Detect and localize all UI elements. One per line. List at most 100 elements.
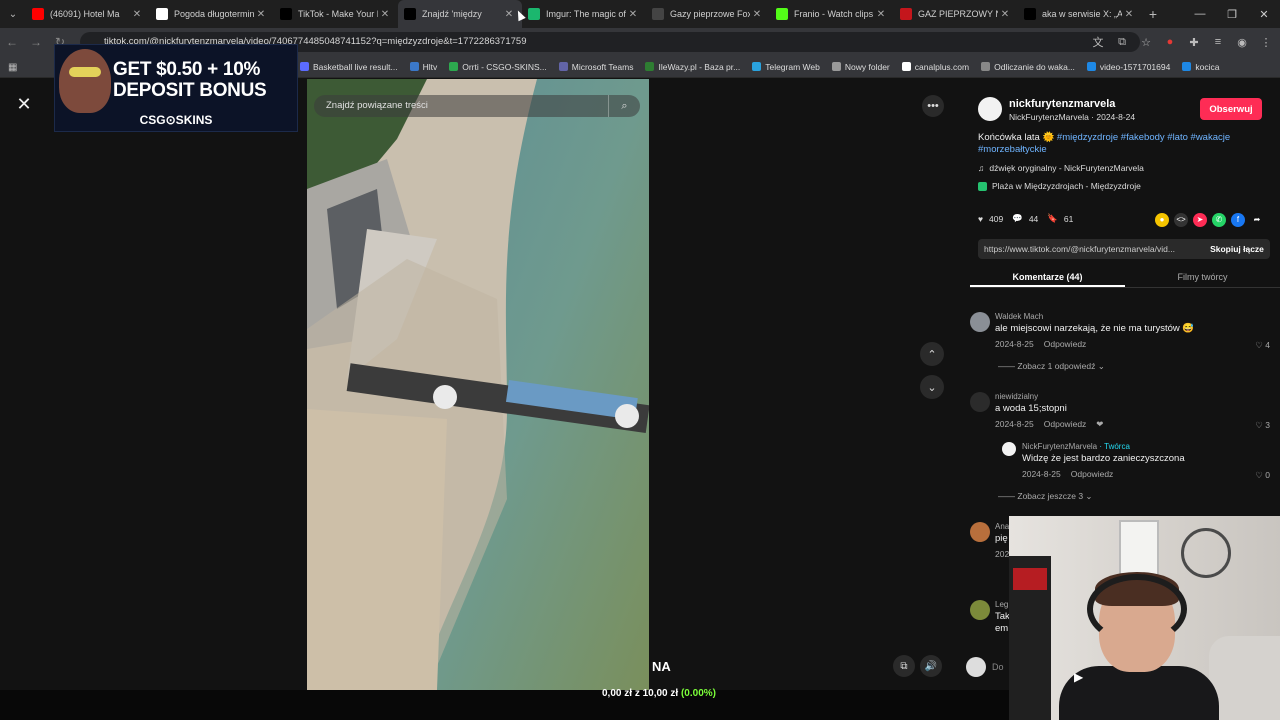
facebook-icon[interactable]: f xyxy=(1231,213,1245,227)
follow-button[interactable]: Obserwuj xyxy=(1200,98,1262,120)
comment-stat[interactable]: 💬 44 xyxy=(1012,213,1038,224)
comment-like[interactable]: ♡ 3 xyxy=(1255,420,1270,431)
translate-icon[interactable]: 文 xyxy=(1088,32,1108,52)
send-icon[interactable]: ➤ xyxy=(1193,213,1207,227)
like-stat[interactable]: ♥ 409 xyxy=(978,214,1003,224)
creator-username[interactable]: nickfurytenzmarvela xyxy=(1009,98,1115,110)
new-tab-button[interactable]: + xyxy=(1142,6,1164,22)
browser-tab[interactable]: Franio - Watch clips ✕ xyxy=(770,0,894,28)
bookmark-item[interactable]: canalplus.com xyxy=(901,62,969,72)
reply-link[interactable]: Odpowiedz xyxy=(1044,339,1087,349)
back-icon[interactable]: ← xyxy=(0,35,24,49)
avatar[interactable] xyxy=(970,312,990,332)
reply-link[interactable]: Odpowiedz xyxy=(1044,419,1087,429)
browser-tab[interactable]: TikTok - Make Your D ✕ xyxy=(274,0,398,28)
related-search-input[interactable]: Znajdź powiązane treści ⌕ xyxy=(314,95,640,117)
share-link-row: https://www.tiktok.com/@nickfurytenzmarv… xyxy=(978,239,1270,259)
like-count: 409 xyxy=(989,213,1004,224)
bookmark-item[interactable]: IleWazy.pl - Baza pr... xyxy=(645,62,740,72)
avatar[interactable] xyxy=(1002,442,1016,456)
embed-icon[interactable]: <> xyxy=(1174,213,1188,227)
volume-icon[interactable]: 🔊 xyxy=(920,655,942,677)
reply-like[interactable]: ♡ 0 xyxy=(1255,470,1270,481)
whatsapp-icon[interactable]: ✆ xyxy=(1212,213,1226,227)
goal-percent: (0.00%) xyxy=(680,688,716,699)
bookmark-star-icon[interactable]: ☆ xyxy=(1136,32,1156,52)
tab-close-icon[interactable]: ✕ xyxy=(130,9,144,20)
search-icon[interactable]: ⌕ xyxy=(608,95,640,117)
close-icon[interactable]: ✕ xyxy=(12,92,36,116)
profile-icon[interactable]: ◉ xyxy=(1232,32,1252,52)
bookmark-item[interactable]: kocica xyxy=(1182,62,1219,72)
bookmark-item[interactable]: Telegram Web xyxy=(752,62,820,72)
csgoskins-ad[interactable]: GET $0.50 + 10% DEPOSIT BONUS CSG⊙SKINS xyxy=(54,44,298,132)
video-player[interactable] xyxy=(307,79,649,690)
minimize-icon[interactable]: — xyxy=(1184,8,1216,20)
save-stat[interactable]: 🔖 61 xyxy=(1047,213,1073,224)
location-name: Plaża w Międzyzdrojach - Międzyzdroje xyxy=(992,181,1141,191)
tab-search-icon[interactable]: ⌄ xyxy=(0,0,26,28)
bookmark-item[interactable]: Orrti - CSGO-SKINS... xyxy=(449,62,547,72)
comment-text: ale miejscowi narzekają, że nie ma turys… xyxy=(995,323,1195,334)
webcam-wall-clock xyxy=(1181,528,1231,578)
creator-avatar[interactable] xyxy=(978,97,1002,121)
avatar[interactable] xyxy=(970,522,990,542)
tab-close-icon[interactable]: ✕ xyxy=(626,9,640,20)
comment-author[interactable]: niewidzialny xyxy=(995,392,1038,401)
avatar[interactable] xyxy=(970,392,990,412)
bookmark-favicon-icon xyxy=(645,62,655,71)
bookmark-item[interactable]: Hltv xyxy=(409,62,437,72)
comment-author[interactable]: Leg xyxy=(995,600,1008,609)
puzzle-icon[interactable]: ✚ xyxy=(1184,32,1204,52)
bookmark-item[interactable]: Odliczanie do waka... xyxy=(981,62,1075,72)
tab-comments[interactable]: Komentarze (44) xyxy=(970,264,1125,287)
pip-icon[interactable]: ⧉ xyxy=(893,655,915,677)
chevron-up-icon[interactable]: ⌃ xyxy=(920,342,944,366)
comment-author[interactable]: Ana xyxy=(995,522,1009,531)
browser-tab[interactable]: aka w serwisie X: „A ✕ xyxy=(1018,0,1142,28)
tab-close-icon[interactable]: ✕ xyxy=(1122,9,1136,20)
tab-close-icon[interactable]: ✕ xyxy=(874,9,888,20)
sound-row[interactable]: ♫ dźwięk oryginalny - NickFurytenzMarvel… xyxy=(978,163,1144,173)
forward-icon[interactable]: → xyxy=(24,35,48,49)
copy-link-button[interactable]: Skopiuj łącze xyxy=(1204,239,1270,259)
tab-close-icon[interactable]: ✕ xyxy=(254,9,268,20)
browser-tab[interactable]: Imgur: The magic of ✕ xyxy=(522,0,646,28)
menu-icon[interactable]: ⋮ xyxy=(1256,32,1276,52)
bookmark-item[interactable]: Nowy folder xyxy=(831,62,890,72)
media-icon[interactable]: ≡ xyxy=(1208,32,1228,52)
chevron-down-icon[interactable]: ⌄ xyxy=(920,375,944,399)
tab-close-icon[interactable]: ✕ xyxy=(750,9,764,20)
install-icon[interactable]: ⧉ xyxy=(1112,32,1132,52)
share-icons: ● <> ➤ ✆ f ➦ xyxy=(1155,213,1264,227)
bookmark-item[interactable]: Basketball live result... xyxy=(300,62,398,72)
browser-tab[interactable]: Pogoda długotermin ✕ xyxy=(150,0,274,28)
restore-icon[interactable]: ❐ xyxy=(1216,8,1248,21)
location-row[interactable]: Plaża w Międzyzdrojach - Międzyzdroje xyxy=(978,181,1141,191)
view-more-replies-link[interactable]: —— Zobacz jeszcze 3 ⌄ xyxy=(998,491,1093,502)
apps-grid-icon[interactable]: ▦ xyxy=(8,62,17,73)
share-arrow-icon[interactable]: ➦ xyxy=(1250,213,1264,227)
coin-icon[interactable]: ● xyxy=(1155,213,1169,227)
reply-author[interactable]: NickFurytenzMarvela · Twórca xyxy=(1022,442,1130,451)
bookmark-item[interactable]: video-1571701694 xyxy=(1086,62,1170,72)
browser-tab[interactable]: GAZ PIEPRZOWY NA✕ xyxy=(894,0,1018,28)
comment-like[interactable]: ♡ 4 xyxy=(1255,340,1270,351)
bookmark-item[interactable]: Microsoft Teams xyxy=(558,62,633,72)
close-window-icon[interactable]: ✕ xyxy=(1248,8,1280,21)
more-options-icon[interactable]: ••• xyxy=(922,95,944,117)
reply-like-count: 0 xyxy=(1265,470,1270,480)
share-link[interactable]: https://www.tiktok.com/@nickfurytenzmarv… xyxy=(984,244,1175,254)
tab-creator-videos[interactable]: Filmy twórcy xyxy=(1125,264,1280,287)
browser-tab[interactable]: (46091) Hotel Ma ✕ xyxy=(26,0,150,28)
extension-icon[interactable]: ● xyxy=(1160,32,1180,52)
comment-author[interactable]: Waldek Mach xyxy=(995,312,1043,321)
reply-link[interactable]: Odpowiedz xyxy=(1071,469,1114,479)
browser-tab[interactable]: Znajdź 'między ✕ xyxy=(398,0,522,28)
avatar[interactable] xyxy=(970,600,990,620)
tab-close-icon[interactable]: ✕ xyxy=(502,9,516,20)
browser-tab[interactable]: Gazy pieprzowe Fox ✕ xyxy=(646,0,770,28)
view-replies-link[interactable]: —— Zobacz 1 odpowiedź ⌄ xyxy=(998,361,1105,372)
tab-close-icon[interactable]: ✕ xyxy=(378,9,392,20)
tab-close-icon[interactable]: ✕ xyxy=(998,9,1012,20)
